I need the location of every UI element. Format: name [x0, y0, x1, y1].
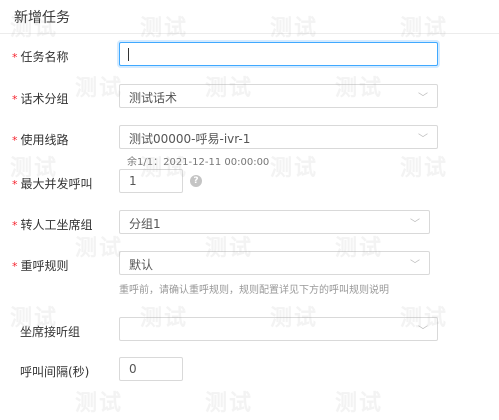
agent-group-label: 坐席接听组 [20, 325, 81, 339]
watermark: 测试 [205, 391, 254, 416]
script-value: 测试话术 [129, 91, 178, 105]
concurrency-row: * 最大并发呼叫 1 ? [0, 169, 499, 195]
help-icon[interactable]: ? [190, 175, 202, 187]
script-label: * 话术分组 [12, 90, 69, 107]
line-value: 测试00000-呼易-ivr-1 [129, 132, 251, 146]
required-mark: * [12, 51, 18, 64]
concurrency-input[interactable]: 1 [119, 169, 183, 193]
chevron-down-icon: ﹀ [418, 326, 428, 337]
concurrency-label: * 最大并发呼叫 [12, 175, 93, 192]
line-select[interactable]: 测试00000-呼易-ivr-1 ﹀ [119, 125, 438, 149]
agent-group-row: 坐席接听组 ﹀ [0, 317, 499, 343]
script-select[interactable]: 测试话术 ﹀ [119, 84, 438, 108]
line-label: * 使用线路 [12, 131, 69, 148]
chevron-down-icon: ﹀ [410, 219, 420, 230]
retry-row: * 重呼规则 默认 ﹀ [0, 251, 499, 277]
transfer-row: * 转人工坐席组 分组1 ﹀ [0, 210, 499, 236]
required-mark: * [12, 219, 18, 232]
task-name-label-text: 任务名称 [20, 50, 69, 64]
watermark: 测试 [335, 391, 384, 416]
concurrency-label-text: 最大并发呼叫 [20, 177, 93, 191]
script-row: * 话术分组 测试话术 ﹀ [0, 84, 499, 110]
text-cursor [128, 48, 129, 61]
retry-label: * 重呼规则 [12, 257, 69, 274]
transfer-label-text: 转人工坐席组 [20, 218, 93, 232]
required-mark: * [12, 134, 18, 147]
line-balance-note: 余1/1：2021-12-11 00:00:00 [127, 157, 270, 168]
interval-label: 呼叫间隔(秒) [20, 365, 90, 379]
agent-group-select[interactable]: ﹀ [119, 317, 438, 341]
line-row: * 使用线路 测试00000-呼易-ivr-1 ﹀ [0, 125, 499, 151]
interval-input[interactable]: 0 [119, 357, 183, 381]
chevron-down-icon: ﹀ [418, 93, 428, 104]
transfer-value: 分组1 [129, 217, 161, 231]
retry-label-text: 重呼规则 [20, 259, 69, 273]
required-mark: * [12, 260, 18, 273]
line-label-text: 使用线路 [20, 133, 69, 147]
watermark: 测试 [75, 391, 124, 416]
retry-value: 默认 [129, 258, 154, 272]
dialog-header: 新增任务 [0, 0, 499, 34]
retry-select[interactable]: 默认 ﹀ [119, 251, 430, 275]
task-name-input[interactable] [119, 42, 438, 66]
concurrency-value: 1 [129, 174, 137, 188]
interval-value: 0 [129, 362, 137, 376]
transfer-label: * 转人工坐席组 [12, 216, 93, 233]
required-mark: * [12, 178, 18, 191]
chevron-down-icon: ﹀ [418, 134, 428, 145]
chevron-down-icon: ﹀ [410, 260, 420, 271]
page-title: 新增任务 [14, 10, 70, 26]
task-name-row: * 任务名称 [0, 42, 499, 68]
script-label-text: 话术分组 [20, 92, 69, 106]
transfer-select[interactable]: 分组1 ﹀ [119, 210, 430, 234]
interval-row: 呼叫间隔(秒) 0 [0, 357, 499, 383]
task-name-label: * 任务名称 [12, 48, 69, 65]
retry-hint: 重呼前，请确认重呼规则，规则配置详见下方的呼叫规则说明 [119, 285, 389, 296]
required-mark: * [12, 93, 18, 106]
